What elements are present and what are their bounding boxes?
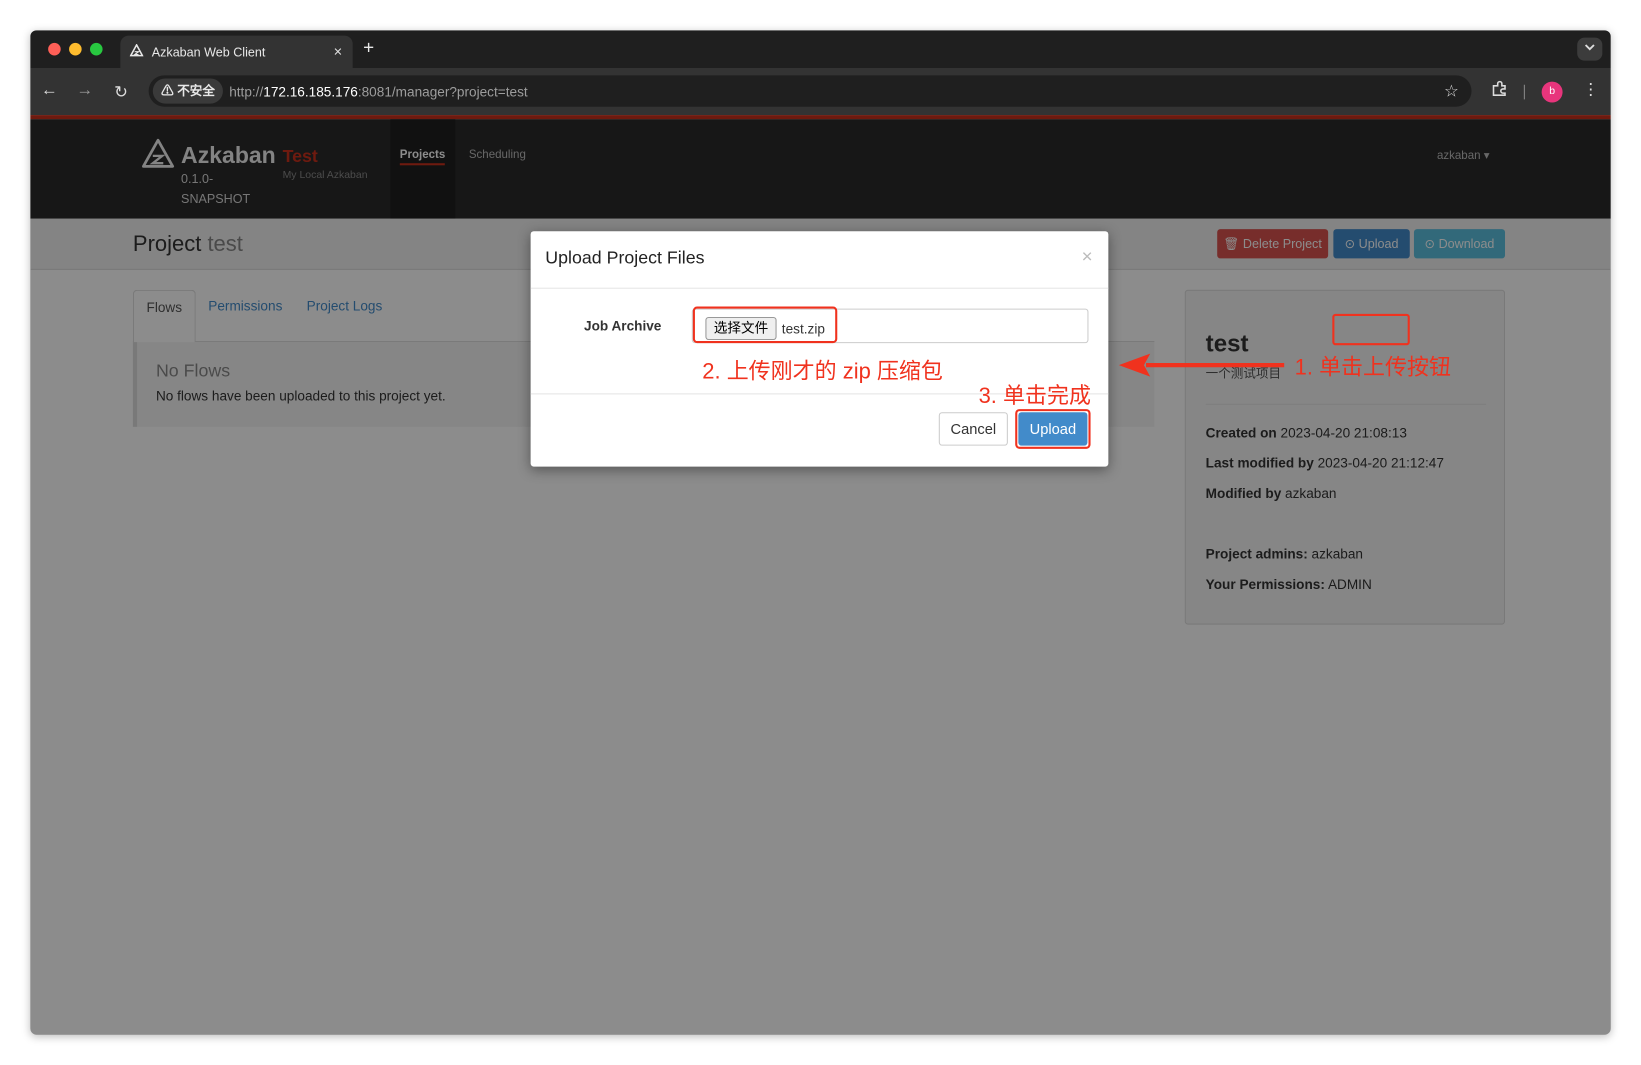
toolbar-separator — [1523, 84, 1525, 100]
browser-tab[interactable]: Azkaban Web Client × — [120, 35, 353, 69]
minimize-window-button[interactable] — [69, 42, 82, 56]
reload-icon[interactable]: ↻ — [114, 82, 128, 103]
bookmark-star-icon[interactable]: ☆ — [1444, 81, 1459, 102]
tab-close-icon[interactable]: × — [334, 43, 343, 60]
upload-button-highlight — [1332, 313, 1410, 346]
modal-title: Upload Project Files — [545, 247, 705, 268]
back-arrow-icon[interactable]: ← — [41, 82, 58, 101]
azkaban-page: Azkaban 0.1.0-SNAPSHOT Test My Local Azk… — [30, 115, 1611, 1035]
not-secure-badge[interactable]: ⚠ 不安全 — [152, 78, 224, 104]
url-text[interactable]: http://172.16.185.176:8081/manager?proje… — [229, 84, 527, 100]
annotation-step1: 1. 单击上传按钮 — [1294, 355, 1451, 380]
profile-avatar[interactable]: b — [1541, 81, 1563, 103]
modal-upload-highlight — [1015, 409, 1091, 449]
forward-arrow-icon[interactable]: → — [76, 82, 93, 101]
tab-strip: Azkaban Web Client × + — [30, 30, 1611, 69]
annotation-arrow-icon — [1117, 352, 1287, 384]
close-window-button[interactable] — [48, 42, 61, 56]
browser-menu-icon[interactable]: ⋮ — [1582, 80, 1599, 101]
omnibox[interactable]: ⚠ 不安全 http://172.16.185.176:8081/manager… — [148, 75, 1472, 107]
upload-modal: Upload Project Files × Job Archive 选择文件 … — [530, 231, 1109, 467]
address-bar: ← → ↻ ⚠ 不安全 http://172.16.185.176:8081/m… — [30, 68, 1611, 116]
tab-title: Azkaban Web Client — [151, 44, 266, 60]
cancel-button[interactable]: Cancel — [938, 412, 1008, 446]
tab-search-button[interactable] — [1577, 37, 1603, 61]
chevron-down-icon — [1584, 44, 1595, 51]
extensions-puzzle-icon[interactable] — [1491, 80, 1508, 103]
annotation-step3: 3. 单击完成 — [978, 383, 1091, 409]
new-tab-button[interactable]: + — [363, 37, 374, 59]
browser-window: Azkaban Web Client × + ← → ↻ ⚠ 不安全 http:… — [30, 30, 1611, 1035]
close-icon[interactable]: × — [1082, 246, 1093, 268]
job-archive-label: Job Archive — [584, 318, 662, 334]
azkaban-favicon-icon — [129, 43, 144, 61]
annotation-step2: 2. 上传刚才的 zip 压缩包 — [702, 359, 943, 384]
file-input-highlight — [692, 306, 838, 344]
maximize-window-button[interactable] — [90, 42, 103, 56]
modal-header-divider — [530, 287, 1109, 289]
